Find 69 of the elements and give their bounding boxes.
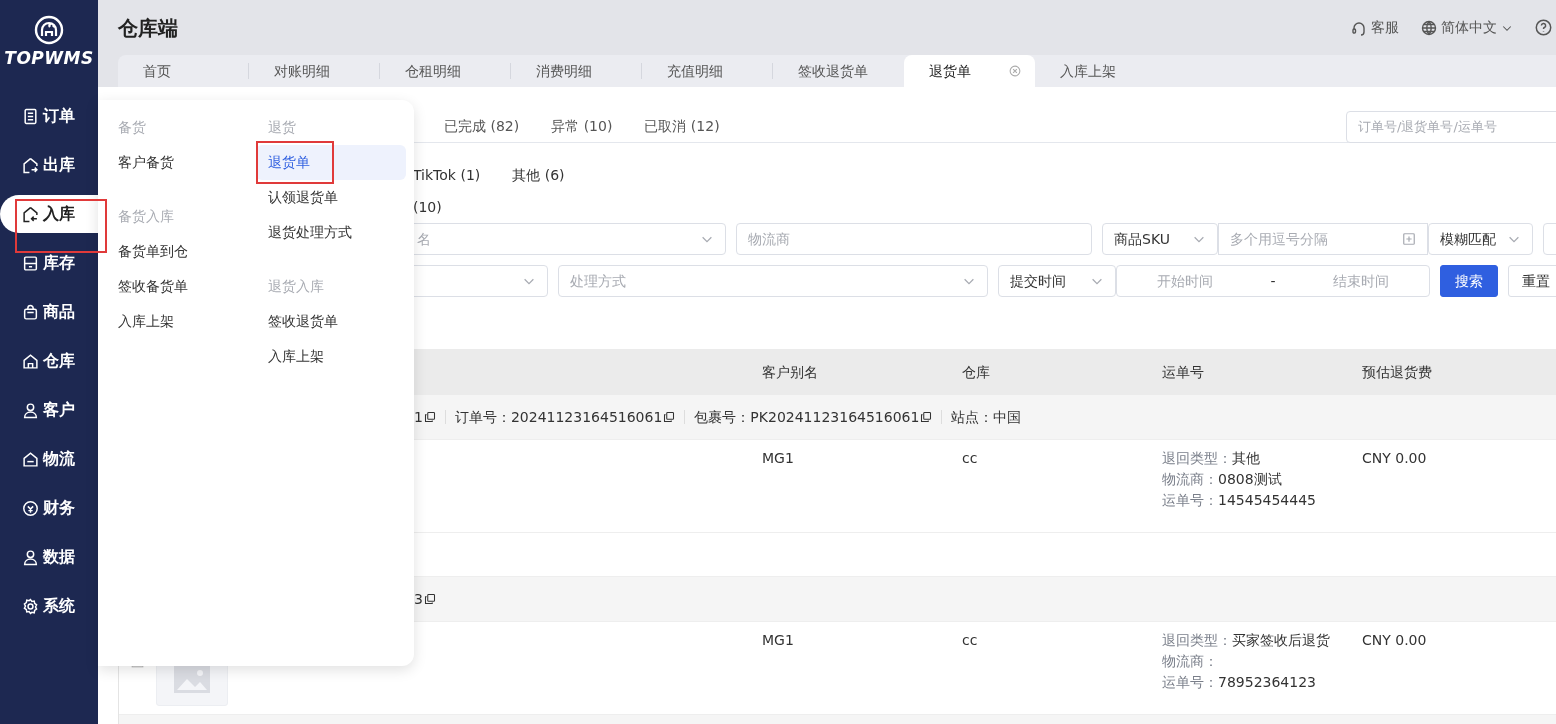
- order-info: 3: [414, 589, 423, 609]
- page-tab[interactable]: 充值明细: [642, 55, 773, 87]
- order-info: 1: [414, 407, 423, 427]
- page-tab[interactable]: 入库上架: [1035, 55, 1166, 87]
- tracking-info: 运单号：78952364123: [1162, 673, 1317, 692]
- menu-heading: 退货: [267, 118, 297, 137]
- sidebar-item[interactable]: 物流: [0, 434, 98, 484]
- page-tab[interactable]: 签收退货单: [773, 55, 904, 87]
- sidebar-item[interactable]: 系统: [0, 581, 98, 631]
- sidebar-item[interactable]: 财务: [0, 483, 98, 533]
- menu-item[interactable]: 退货处理方式: [256, 215, 406, 250]
- page-tab[interactable]: 消费明细: [511, 55, 642, 87]
- column-header: 客户别名: [762, 363, 818, 380]
- sidebar-item[interactable]: 订单: [0, 91, 98, 141]
- status-tab[interactable]: 已完成 (82): [444, 116, 520, 137]
- order-info: 包裹号：PK20241123164516061: [694, 407, 920, 427]
- search-button[interactable]: 搜索: [1440, 265, 1498, 297]
- sidebar-item[interactable]: 出库: [0, 140, 98, 190]
- status-tab[interactable]: 已取消 (12): [644, 116, 720, 137]
- tracking-info: 物流商：0808测试: [1162, 470, 1283, 489]
- menu-item[interactable]: 备货单到仓: [106, 234, 256, 269]
- table-cell: CNY 0.00: [1362, 450, 1427, 466]
- menu-item[interactable]: 入库上架: [256, 339, 406, 374]
- tracking-info: 退回类型：买家签收后退货: [1162, 631, 1331, 650]
- tracking-info: 物流商：: [1162, 652, 1219, 671]
- page-tab[interactable]: 对账明细: [249, 55, 380, 87]
- filter-tab[interactable]: TikTok (1): [413, 164, 481, 186]
- page-title: 仓库端: [118, 14, 178, 42]
- page-tab[interactable]: 退货单: [904, 55, 1035, 87]
- status-tab[interactable]: 异常 (10): [551, 116, 613, 137]
- sidebar-item[interactable]: 数据: [0, 532, 98, 582]
- header-link[interactable]: 简体中文: [1421, 17, 1513, 38]
- sidebar-item[interactable]: 库存: [0, 238, 98, 288]
- page-tab[interactable]: 仓租明细: [380, 55, 511, 87]
- select-field[interactable]: 商品SKU: [1102, 223, 1218, 255]
- menu-item[interactable]: 入库上架: [106, 304, 256, 339]
- header-link[interactable]: 客服: [1351, 17, 1399, 38]
- menu-item[interactable]: 客户备货: [106, 145, 256, 180]
- menu-item[interactable]: 签收备货单: [106, 269, 256, 304]
- table-cell: MG1: [762, 632, 794, 648]
- menu-item[interactable]: 退货单: [256, 145, 406, 180]
- column-header: 运单号: [1162, 363, 1204, 380]
- menu-heading: 备货: [117, 118, 147, 137]
- table-cell: MG1: [762, 450, 794, 466]
- menu-item[interactable]: 认领退货单: [256, 180, 406, 215]
- filter-tab[interactable]: (10): [413, 196, 442, 218]
- table-cell: CNY 0.00: [1362, 632, 1427, 648]
- sidebar-item[interactable]: 客户: [0, 385, 98, 435]
- column-header: 仓库: [962, 363, 990, 380]
- order-info: 订单号：20241123164516061: [454, 407, 663, 427]
- logo-text: TOPWMS: [3, 47, 95, 70]
- sidebar-item[interactable]: 入库: [0, 189, 98, 239]
- menu-item[interactable]: 签收退货单: [256, 304, 406, 339]
- reset-button[interactable]: 重置: [1508, 265, 1556, 297]
- tracking-info: 退回类型：其他: [1162, 449, 1261, 468]
- menu-heading: 退货入库: [267, 277, 325, 296]
- select-field[interactable]: 提交时间: [998, 265, 1116, 297]
- select-field[interactable]: 模糊匹配: [1428, 223, 1533, 255]
- filter-tab[interactable]: 其他 (6): [512, 164, 565, 186]
- sidebar-item[interactable]: 仓库: [0, 336, 98, 386]
- order-info: 站点：中国: [951, 407, 1022, 427]
- date-range-field[interactable]: 开始时间 - 结束时间: [1116, 265, 1430, 297]
- column-header: 预估退货费: [1362, 363, 1432, 380]
- sidebar-item[interactable]: 商品: [0, 287, 98, 337]
- table-cell: cc: [962, 450, 978, 466]
- table-cell: cc: [962, 632, 978, 648]
- page-tab[interactable]: 首页: [118, 55, 249, 87]
- menu-heading: 备货入库: [117, 207, 175, 226]
- tracking-info: 运单号：14545454445: [1162, 491, 1317, 510]
